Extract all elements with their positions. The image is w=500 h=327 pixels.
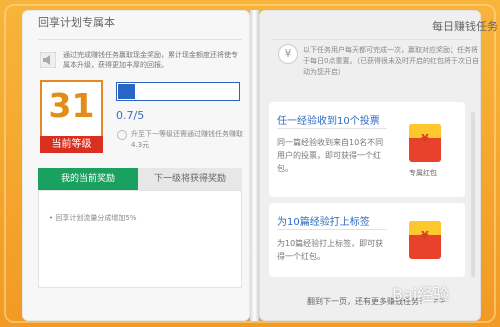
task-card[interactable]: 任一经验收到10个投票 同一篇经验收到来自10名不同用户的投票，即可获得一个红包… [269,102,465,197]
right-page-title: 每日赚钱任务 [432,20,498,33]
current-level-label: 当前等级 [40,136,103,153]
reward-item: • 回享计划流量分成增加5% [49,214,137,222]
level-box: 31 当前等级 [40,80,103,153]
red-envelope-icon: ¥ [409,221,441,259]
red-envelope-icon: ¥ [409,124,441,162]
task-card[interactable]: 为10篇经验打上标签 为10篇经验打上标签，即可获得一个红包。 ¥ [269,203,465,277]
book-spine [250,10,259,321]
left-announcement: 通过完成赚钱任务赢取现金奖励，累计现金额度还将使专属本升级，获得更加丰厚的回报。 [63,51,238,69]
task-divider [277,229,387,230]
progress-text: 0.7/5 [116,109,145,122]
watermark: Bai经验 [392,285,450,304]
reward-item-text: 回享计划流量分成增加5% [55,214,137,222]
reward-label: 专属红包 [409,169,437,177]
task-divider [277,128,387,129]
upgrade-text: 升至下一等级还需通过赚钱任务赚取4.3元 [131,130,243,149]
progress-fill [118,84,136,99]
current-level: 31 [48,86,95,125]
progress-bar [116,82,240,101]
right-announcement: 以下任务用户每天都可完成一次，赢取对应奖励；任务将于每日0点重置。（已获得很未及… [303,46,479,76]
tab-next-reward[interactable]: 下一级将获得奖励 [138,168,242,190]
tab-current-reward[interactable]: 我的当前奖励 [38,168,138,190]
right-title-divider [272,39,472,40]
yen-icon: ¥ [278,44,298,64]
left-title-divider [38,39,242,40]
task-desc: 同一篇经验收到来自10名不同用户的投票，即可获得一个红包。 [277,138,384,173]
speaker-icon [40,52,56,68]
task-title: 任一经验收到10个投票 [277,116,380,127]
info-icon [117,130,127,140]
task-title: 为10篇经验打上标签 [277,217,370,228]
task-desc: 为10篇经验打上标签，即可获得一个红包。 [277,239,384,261]
left-page-title: 回享计划专属本 [38,16,115,29]
reward-panel: • 回享计划流量分成增加5% [38,190,242,288]
scrollbar[interactable] [471,112,475,277]
